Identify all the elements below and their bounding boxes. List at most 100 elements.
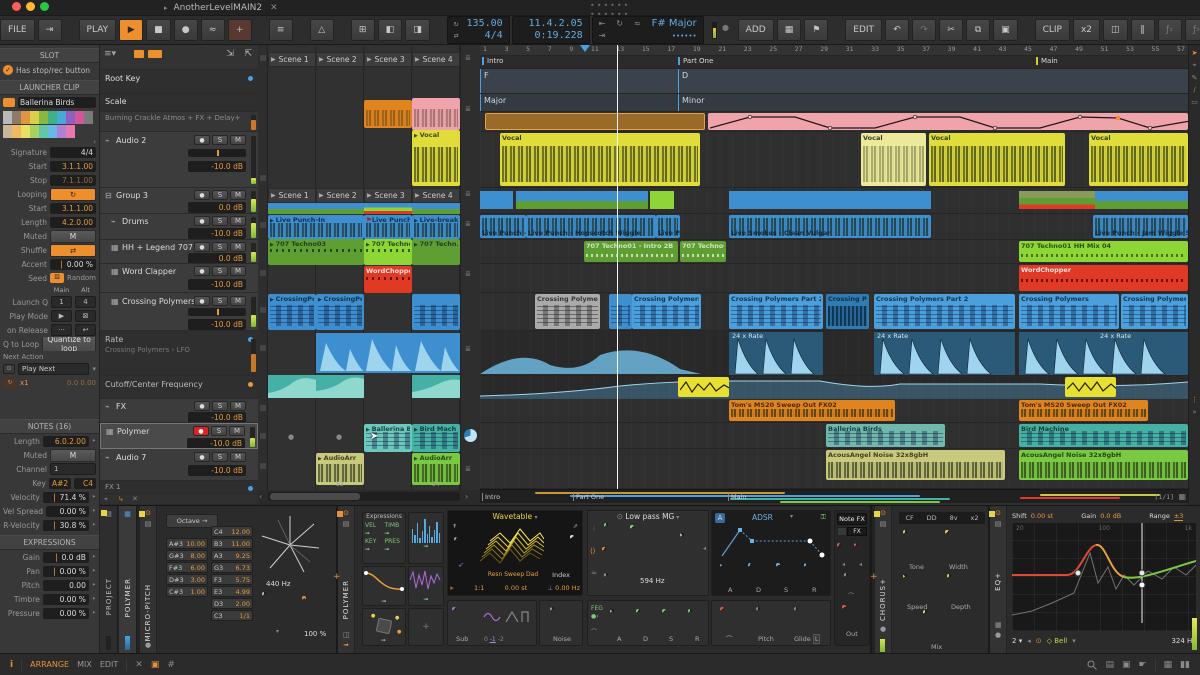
drums-row[interactable]: Live Punch - Jam Live Punch - Hopscotch …: [480, 214, 1188, 240]
seed-random-label[interactable]: Random: [67, 274, 96, 282]
preset-folder-icon[interactable]: ▤: [990, 520, 1006, 528]
unison-icon[interactable]: ⫸: [450, 584, 454, 593]
scroll-left-arrow[interactable]: ‹: [259, 492, 262, 501]
solo-button[interactable]: S: [212, 296, 228, 306]
mute-button[interactable]: M: [230, 401, 246, 411]
launcher-clip-vocal[interactable]: ▶ Vocal: [412, 130, 460, 186]
clip-start-field[interactable]: 3.1.1.00: [50, 161, 96, 172]
clip-signature-field[interactable]: 4/4: [50, 147, 96, 158]
volume-field[interactable]: -10.0 dB: [188, 465, 246, 476]
panel-dual-toggle[interactable]: ◨: [405, 19, 430, 41]
track-hh-legend[interactable]: ▦ HH + Legend 707 ●SM 0.0 dB: [100, 240, 258, 264]
scene-menu-icon[interactable]: ≣: [465, 105, 471, 113]
on-release-main-select[interactable]: ···: [51, 324, 72, 336]
arranger-clip-live-punch-kim[interactable]: Live Punch - Jam Wiggle Swing Kim H: [1093, 215, 1188, 238]
track-crossing-polymers[interactable]: ▦ Crossing Polymers ●SM -10.0 dB: [100, 293, 258, 331]
eq-grid-icon[interactable]: ▦: [995, 621, 1002, 629]
sub-wave-icons[interactable]: [482, 609, 532, 625]
mute-button[interactable]: M: [230, 296, 246, 306]
clear-icon[interactable]: ✕: [132, 495, 138, 503]
overdub-button[interactable]: +: [228, 19, 252, 41]
osc-ratio-value[interactable]: 1:1: [474, 584, 484, 593]
arm-button[interactable]: ●: [194, 135, 210, 145]
launcher-clip-cutoff[interactable]: [412, 375, 460, 398]
sub-oscillator[interactable]: Sub 0 -1 -2: [447, 600, 537, 646]
next-action-select[interactable]: Play Next: [18, 363, 89, 375]
notes-r-velocity-field[interactable]: ▏30.8 %: [43, 520, 89, 531]
device-chain-tab-polymer[interactable]: ▦ POLYMER: [119, 506, 137, 654]
arranger-clip-crossing2[interactable]: Crossing Polymers Part 2: [1121, 294, 1188, 329]
arranger-clip-crossing-audio[interactable]: Crossing Polymers: [826, 294, 869, 329]
amp-envelope[interactable]: A ADSR ▾ ⚿ A D S R: [711, 510, 831, 596]
volume-field[interactable]: -10.0 dB: [188, 161, 246, 172]
metronome-button[interactable]: △: [310, 19, 334, 41]
marker-row[interactable]: Intro Part One Main: [480, 56, 1188, 69]
track-word-clapper[interactable]: ▦ Word Clapper ●SM -10.0 dB: [100, 264, 258, 293]
note-fx-panel[interactable]: Note FX FX ◂◂ ⌒ Out: [834, 510, 870, 646]
scene-launch-button[interactable]: ▶Scene 1: [268, 188, 316, 203]
fx-row[interactable]: Tom's MS20 Sweep Out FX02 Tom's MS20 Swe…: [480, 399, 1188, 423]
speed-knob[interactable]: [903, 574, 907, 578]
arranger-clip-ballerina[interactable]: Ballerina Birds: [826, 424, 945, 447]
solo-button[interactable]: S: [212, 216, 228, 226]
clip-menu-button[interactable]: CLIP: [1035, 19, 1070, 41]
arranger-clip-crossing2[interactable]: Crossing Polymers Part 2: [874, 294, 1015, 329]
clip-stop-field[interactable]: 7.1.1.00: [50, 175, 96, 186]
notepad-icon[interactable]: ▤: [1105, 660, 1114, 670]
launcher-clip-pink[interactable]: [412, 98, 460, 130]
play-mode-main-select[interactable]: ▶: [51, 310, 72, 322]
has-stop-toggle[interactable]: ✓ Has stop/rec button: [0, 63, 99, 77]
arm-button[interactable]: ●: [194, 401, 210, 411]
knife-tool-icon[interactable]: ∕: [1189, 86, 1200, 94]
wavetable-index-knob[interactable]: [570, 535, 574, 539]
wavetable-preset-name[interactable]: Resn Sweep Dad: [478, 571, 548, 578]
volume-field[interactable]: 0.0 dB: [188, 202, 246, 213]
add-marker-icon[interactable]: ⚑: [804, 19, 828, 41]
osc-route-icon[interactable]: ⇗: [573, 523, 578, 530]
mute-button[interactable]: M: [230, 452, 246, 462]
track-drums[interactable]: ⌁ Drums ●SM -10.0 dB: [100, 214, 258, 240]
filter-env-icon[interactable]: ≈: [591, 569, 597, 577]
record-button[interactable]: ●: [174, 19, 198, 41]
feg-decay-knob[interactable]: [636, 609, 640, 613]
launcher-clip-cutoff[interactable]: [268, 375, 316, 398]
scene-launch-button[interactable]: ▶Scene 2: [316, 188, 364, 203]
expr-timbre-field[interactable]: 0.00 %: [43, 594, 89, 605]
sub-octave-options[interactable]: 0 -1 -2: [484, 636, 504, 643]
launcher-group-summary[interactable]: [268, 203, 364, 214]
launcher-scrollbar[interactable]: [268, 492, 460, 501]
mute-button[interactable]: M: [230, 216, 246, 226]
hh707-row[interactable]: 707 Techno01 - Intro 2B 707 Techno01 707…: [480, 240, 1188, 264]
expand-lanes-icon[interactable]: »: [1189, 408, 1200, 416]
arranger-clip-vocal[interactable]: Vocal: [929, 133, 1065, 186]
root-key-lane[interactable]: F D: [480, 69, 1188, 94]
track-fx[interactable]: ⌁ FX ●SM -10.0 dB: [100, 399, 258, 423]
arranger-clip-techno[interactable]: 707 Techno01: [680, 241, 726, 262]
cue-marker[interactable]: [580, 45, 590, 57]
master-record-dot[interactable]: ●: [722, 23, 729, 32]
arm-button[interactable]: ●: [194, 190, 210, 200]
palette-more-arrow[interactable]: ›: [93, 139, 96, 145]
clip-x2-button[interactable]: x2: [1073, 19, 1100, 41]
env-keytrack-icon[interactable]: ⚿: [821, 513, 826, 522]
lane-cutoff[interactable]: Cutoff/Center Frequency: [100, 376, 258, 399]
marker-main[interactable]: Main: [1036, 57, 1058, 65]
crackle-row[interactable]: [480, 112, 1188, 132]
arm-button[interactable]: ●: [194, 296, 210, 306]
layout-clip-icon[interactable]: [134, 50, 144, 58]
quantize-to-loop-button[interactable]: Quantize to loop: [42, 337, 96, 351]
arm-button[interactable]: ●: [194, 452, 210, 462]
time-select-tool-icon[interactable]: ⌖: [1189, 61, 1200, 70]
clip-color-palette[interactable]: [0, 109, 99, 139]
window-zoom-light[interactable]: [40, 2, 54, 14]
filter-cutoff-value[interactable]: 594 Hz: [640, 577, 665, 585]
curve-module[interactable]: ➟: [362, 566, 406, 606]
notes-key-high-field[interactable]: C4: [74, 478, 96, 489]
mix-value[interactable]: 100 %: [304, 630, 326, 638]
filter-cutoff-knob[interactable]: [630, 525, 634, 529]
expr-pressure-field[interactable]: 0.00 %: [43, 608, 89, 619]
scene-launch-button[interactable]: ▶Scene 4: [412, 52, 460, 67]
global-key[interactable]: F# Major: [652, 18, 697, 30]
arranger-clip-wordchopper[interactable]: WordChopper: [1019, 265, 1188, 291]
notes-mute-button[interactable]: M: [50, 449, 96, 462]
